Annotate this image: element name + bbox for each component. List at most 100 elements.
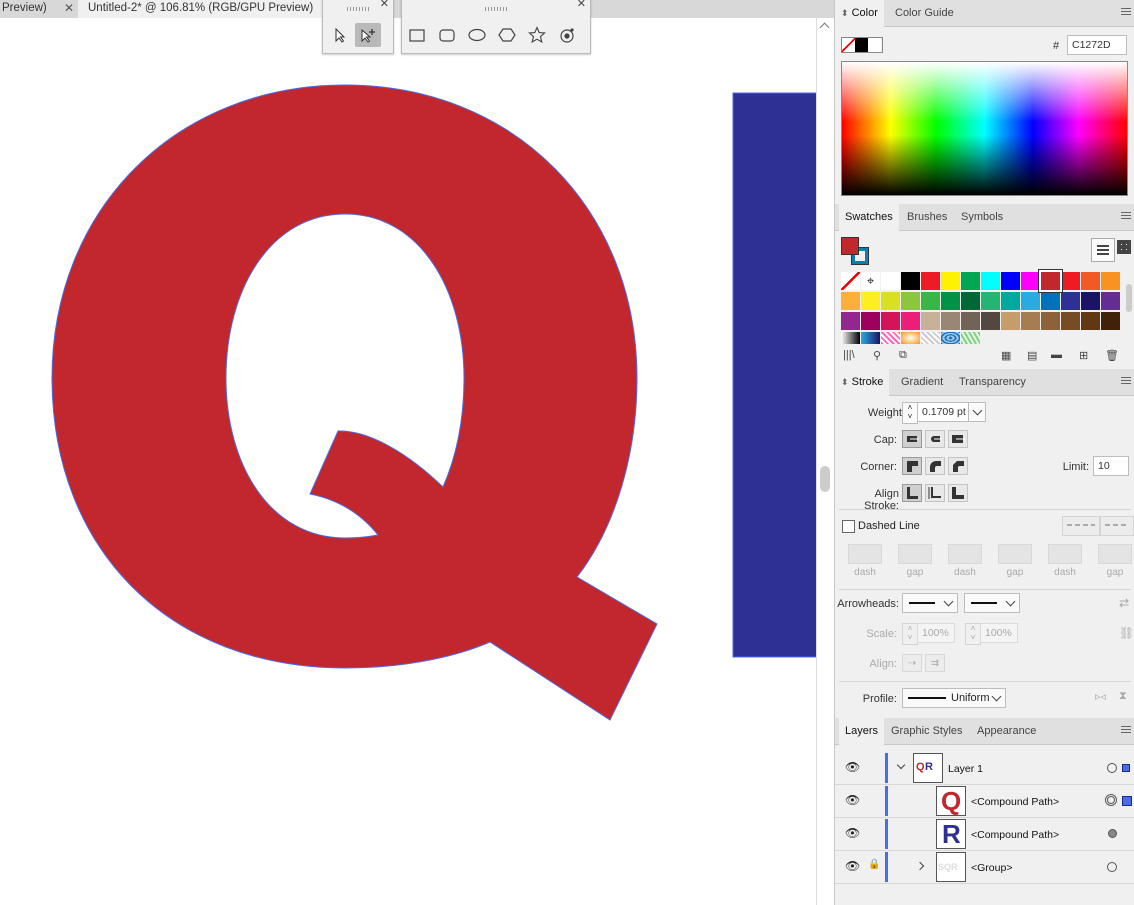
- selection-indicator[interactable]: [1122, 796, 1132, 806]
- canvas-vertical-scrollbar[interactable]: [816, 18, 835, 905]
- round-cap-button[interactable]: [925, 430, 945, 448]
- end-arrowhead-dropdown[interactable]: [964, 593, 1020, 613]
- chevron-down-icon[interactable]: [896, 760, 906, 770]
- weight-input[interactable]: 0.1709 pt: [917, 402, 969, 422]
- close-icon[interactable]: ✕: [577, 0, 586, 10]
- swatch-libraries-icon[interactable]: |||\: [843, 349, 855, 361]
- color-swatch[interactable]: [1081, 312, 1100, 330]
- gradient-swatch[interactable]: [841, 332, 860, 344]
- arrow-place-at-end-button[interactable]: ⇉: [925, 654, 945, 672]
- artboard-canvas[interactable]: [0, 18, 820, 905]
- color-swatch[interactable]: [981, 312, 1000, 330]
- color-swatch[interactable]: [1081, 292, 1100, 310]
- color-swatch[interactable]: [881, 292, 900, 310]
- dash-input[interactable]: [948, 544, 982, 564]
- list-view-icon[interactable]: [1091, 238, 1115, 262]
- color-swatch[interactable]: [841, 312, 860, 330]
- dash-input[interactable]: [848, 544, 882, 564]
- align-inside-button[interactable]: [925, 484, 945, 502]
- target-icon[interactable]: [1107, 862, 1117, 872]
- width-profile-dropdown[interactable]: Uniform: [902, 688, 1006, 708]
- color-swatch[interactable]: [1101, 312, 1120, 330]
- pattern-swatch[interactable]: [881, 332, 900, 344]
- close-icon[interactable]: ✕: [64, 0, 74, 16]
- color-swatch[interactable]: [1101, 272, 1120, 290]
- color-swatch[interactable]: [941, 272, 960, 290]
- new-swatch-icon[interactable]: ⊞: [1079, 349, 1088, 362]
- polygon-tool-button[interactable]: [494, 23, 520, 47]
- new-color-group-icon[interactable]: ▬: [1051, 349, 1062, 361]
- lock-icon[interactable]: 🔒: [868, 859, 880, 870]
- compound-path-q[interactable]: [51, 84, 658, 721]
- color-swatch[interactable]: [1039, 270, 1062, 292]
- tab-layers[interactable]: Layers: [839, 718, 885, 745]
- selection-indicator[interactable]: [1122, 764, 1130, 772]
- align-outside-button[interactable]: [948, 484, 968, 502]
- gap-input[interactable]: [1098, 544, 1132, 564]
- document-tab-previous[interactable]: Preview): [0, 0, 70, 18]
- butt-cap-button[interactable]: [902, 430, 922, 448]
- arrow-extend-beyond-button[interactable]: ⇢: [902, 654, 922, 672]
- flip-across-icon[interactable]: ⧗: [1119, 690, 1127, 703]
- color-swatch[interactable]: [1041, 292, 1060, 310]
- fill-color-box[interactable]: [841, 237, 859, 255]
- pattern-swatch[interactable]: [941, 332, 960, 344]
- ellipse-tool-button[interactable]: [464, 23, 490, 47]
- layer-row[interactable]: 👁 QR Layer 1: [835, 752, 1134, 785]
- tab-brushes[interactable]: Brushes: [901, 204, 953, 230]
- swatch-options-icon[interactable]: ▤: [1027, 349, 1037, 362]
- toolbar-grip-icon[interactable]: [347, 7, 369, 11]
- hex-color-input[interactable]: C1272D: [1067, 35, 1127, 55]
- color-group-icon[interactable]: ▦: [1001, 349, 1011, 362]
- black-swatch[interactable]: [855, 38, 868, 52]
- document-tab-active[interactable]: Untitled-2* @ 106.81% (RGB/GPU Preview): [78, 0, 344, 18]
- tab-stroke[interactable]: ⬍ Stroke: [835, 369, 890, 396]
- color-swatch[interactable]: [1001, 272, 1020, 290]
- miter-limit-input[interactable]: 10: [1093, 456, 1129, 476]
- bevel-join-button[interactable]: [948, 457, 968, 475]
- color-swatch[interactable]: [921, 272, 940, 290]
- panel-menu-icon[interactable]: [1121, 726, 1131, 734]
- show-kinds-icon[interactable]: ⚲: [873, 349, 881, 362]
- target-icon[interactable]: [1107, 763, 1117, 773]
- color-swatch[interactable]: [901, 312, 920, 330]
- color-spectrum-picker[interactable]: [841, 61, 1128, 196]
- layer-row[interactable]: 👁 Q <Compound Path>: [835, 785, 1134, 818]
- fill-stroke-indicator[interactable]: [841, 237, 871, 267]
- panel-menu-icon[interactable]: [1121, 377, 1131, 385]
- align-dash-icon[interactable]: [1100, 516, 1134, 536]
- layer-name[interactable]: <Compound Path>: [971, 829, 1059, 841]
- panel-menu-icon[interactable]: [1121, 8, 1131, 16]
- eye-icon[interactable]: 👁: [845, 859, 860, 873]
- preserve-dash-icon[interactable]: [1062, 516, 1100, 536]
- layer-name[interactable]: Layer 1: [948, 763, 983, 775]
- fill-stroke-mini-swatches[interactable]: [841, 37, 883, 53]
- toolbar-grip-icon[interactable]: [485, 7, 507, 11]
- scale-start-stepper-icon[interactable]: ˄ ˅: [902, 623, 918, 645]
- color-swatch[interactable]: [861, 312, 880, 330]
- color-swatch[interactable]: [961, 312, 980, 330]
- tab-color[interactable]: ⬍ Color: [835, 0, 884, 27]
- round-join-button[interactable]: [925, 457, 945, 475]
- tab-appearance[interactable]: Appearance: [971, 718, 1042, 744]
- start-arrowhead-dropdown[interactable]: [902, 593, 958, 613]
- tab-symbols[interactable]: Symbols: [955, 204, 1009, 230]
- scrollbar-thumb[interactable]: [1126, 284, 1132, 312]
- grid-view-icon[interactable]: [1117, 240, 1131, 254]
- color-swatch[interactable]: [901, 292, 920, 310]
- tab-graphic-styles[interactable]: Graphic Styles: [885, 718, 969, 744]
- direct-selection-tool-button[interactable]: [327, 23, 353, 47]
- weight-dropdown[interactable]: [968, 402, 986, 422]
- color-swatch[interactable]: [1021, 292, 1040, 310]
- group-selection-tool-button[interactable]: [355, 23, 381, 47]
- color-swatch[interactable]: [961, 292, 980, 310]
- swatch-options-icon[interactable]: ⧉: [899, 349, 907, 362]
- flare-tool-button[interactable]: [554, 23, 580, 47]
- color-swatch[interactable]: [1021, 272, 1040, 290]
- swatch-scrollbar[interactable]: [1126, 272, 1134, 346]
- trash-icon[interactable]: 🗑: [1105, 349, 1119, 362]
- color-swatch[interactable]: [1001, 292, 1020, 310]
- rectangle-tool-button[interactable]: [404, 23, 430, 47]
- gap-input[interactable]: [898, 544, 932, 564]
- layer-row[interactable]: 👁 R <Compound Path>: [835, 818, 1134, 851]
